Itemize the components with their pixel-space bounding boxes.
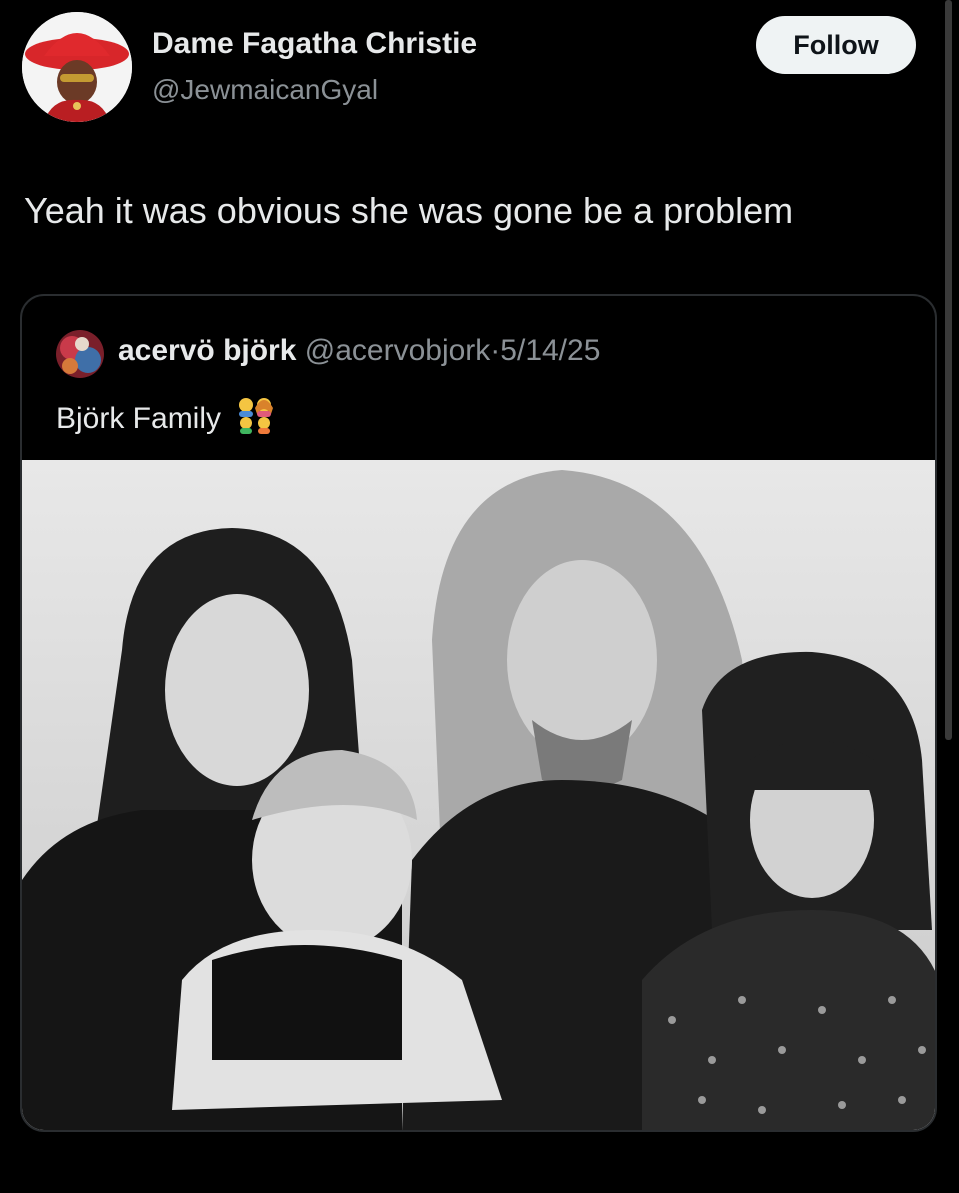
quoted-tweet-header: acervö björk @acervobjork·5/14/25 Björk …: [22, 296, 935, 456]
author-avatar[interactable]: [22, 12, 132, 122]
scrollbar[interactable]: [945, 0, 952, 740]
follow-button[interactable]: Follow: [756, 16, 916, 74]
tweet-text: Yeah it was obvious she was gone be a pr…: [24, 190, 794, 231]
meta-separator: ·: [490, 334, 501, 367]
quoted-tweet-date[interactable]: 5/14/25: [500, 334, 600, 367]
profile-photo-red-hat-icon: [22, 12, 132, 122]
profile-photo-colorful-icon: [56, 330, 104, 378]
quoted-author-handle[interactable]: @acervobjork: [305, 334, 491, 367]
quoted-tweet-text: Björk Family: [56, 396, 275, 442]
black-and-white-family-photo-icon: [22, 460, 935, 1130]
family-emoji-icon: [235, 396, 275, 442]
quoted-tweet-card[interactable]: acervö björk @acervobjork·5/14/25 Björk …: [20, 294, 937, 1132]
quoted-tweet-text-content: Björk Family: [56, 402, 222, 435]
author-handle[interactable]: @JewmaicanGyal: [152, 74, 378, 106]
quoted-author-avatar[interactable]: [56, 330, 104, 378]
quoted-author-display-name[interactable]: acervö björk: [118, 334, 296, 367]
quoted-tweet-meta: acervö björk @acervobjork·5/14/25: [118, 334, 600, 368]
author-display-name[interactable]: Dame Fagatha Christie: [152, 27, 477, 61]
quoted-tweet-image[interactable]: [22, 460, 935, 1130]
